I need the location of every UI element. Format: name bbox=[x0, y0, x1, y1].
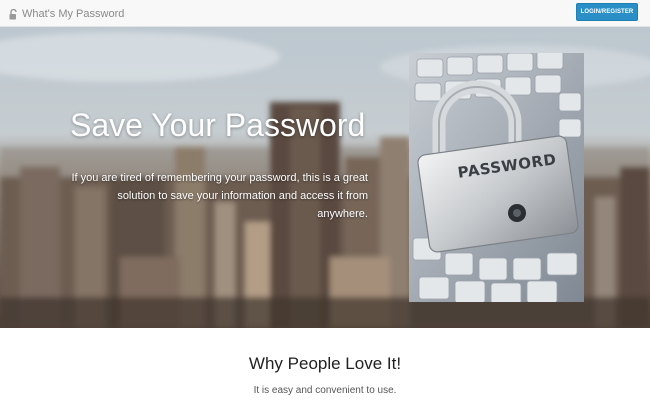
brand-link[interactable]: What's My Password bbox=[9, 6, 124, 22]
padlock-keyboard-image: PASSWORD bbox=[409, 53, 584, 302]
unlocked-padlock-icon bbox=[9, 8, 18, 20]
login-register-button[interactable]: LOGIN/REGISTER bbox=[576, 3, 638, 21]
why-people-love-it-heading: Why People Love It! bbox=[248, 354, 402, 373]
why-description: It is easy and convenient to use. bbox=[253, 385, 397, 396]
brand-label: What's My Password bbox=[22, 8, 125, 20]
hero-title: Save Your Password bbox=[70, 107, 366, 143]
hero-description: If you are tired of remembering your pas… bbox=[71, 172, 368, 220]
padlock-icon bbox=[409, 53, 584, 302]
hero-section: Save Your Password If you are tired of r… bbox=[0, 27, 650, 328]
navbar: What's My Password LOGIN/REGISTER bbox=[0, 0, 650, 27]
